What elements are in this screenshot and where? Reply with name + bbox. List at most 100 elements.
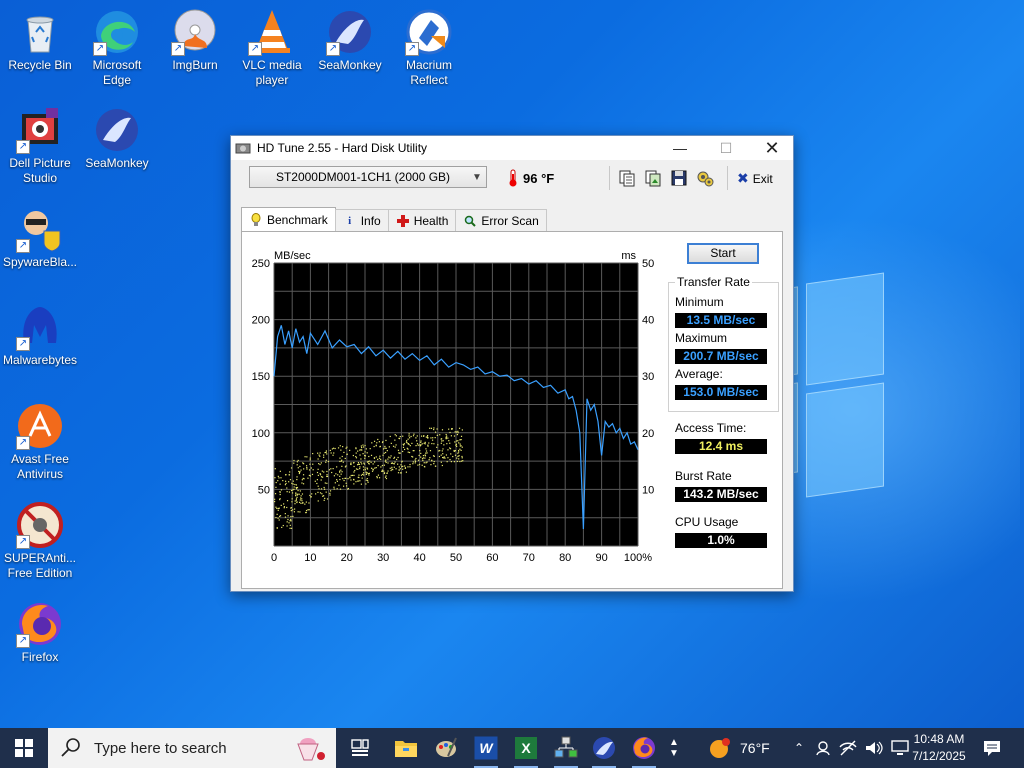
access-time-point xyxy=(414,459,416,461)
taskbar-firefox[interactable] xyxy=(624,728,664,768)
chart-left-unit: MB/sec xyxy=(274,250,311,262)
access-time-point xyxy=(423,462,425,464)
access-time-point xyxy=(352,462,355,464)
access-time-point xyxy=(359,449,361,451)
taskbar-word[interactable]: W xyxy=(466,728,506,768)
access-time-point xyxy=(334,447,336,450)
desktop-icon-label: Microsoft Edge xyxy=(92,58,142,87)
exit-button[interactable]: ✖ Exit xyxy=(737,170,773,187)
taskbar-excel[interactable]: X xyxy=(506,728,546,768)
access-time-point xyxy=(350,462,352,464)
access-time-point xyxy=(440,442,442,444)
copy-text-icon[interactable] xyxy=(617,168,637,188)
desktop-icon-superantispyware[interactable]: ↗ SUPERAnti... Free Edition xyxy=(0,501,80,581)
access-time-point xyxy=(369,448,371,450)
access-time-point xyxy=(398,437,400,439)
title-bar[interactable]: HD Tune 2.55 - Hard Disk Utility — ☐ ✕ xyxy=(231,136,793,160)
minimize-button[interactable]: — xyxy=(657,136,703,160)
access-time-point xyxy=(308,474,311,477)
access-time-point xyxy=(363,463,366,465)
access-time-point xyxy=(355,457,358,459)
taskbar-seamonkey[interactable] xyxy=(584,728,624,768)
taskbar-paint[interactable] xyxy=(426,728,466,768)
clock[interactable]: 10:48 AM 7/12/2025 xyxy=(906,728,972,768)
tab-health[interactable]: Health xyxy=(387,209,457,231)
access-time-point xyxy=(321,493,323,495)
tab-error-scan[interactable]: Error Scan xyxy=(455,209,547,231)
access-time-point xyxy=(402,446,405,448)
desktop-icon-vlc[interactable]: ↗ VLC media player xyxy=(232,8,312,88)
desktop-icon-dell-picture-studio[interactable]: ↗ Dell Picture Studio xyxy=(0,106,80,186)
task-view-button[interactable] xyxy=(340,728,380,768)
tab-benchmark[interactable]: Benchmark xyxy=(241,207,336,231)
volume-icon[interactable] xyxy=(864,739,884,757)
access-time-point xyxy=(290,467,293,469)
close-button[interactable]: ✕ xyxy=(749,136,795,160)
access-time-point xyxy=(296,501,298,503)
desktop-icon-malwarebytes[interactable]: ↗ Malwarebytes xyxy=(0,303,80,368)
access-time-point xyxy=(398,466,400,468)
start-button[interactable]: Start xyxy=(687,243,759,264)
access-time-point xyxy=(451,428,453,430)
meet-now-icon[interactable] xyxy=(814,739,832,757)
access-time-point xyxy=(362,446,365,448)
access-time-point xyxy=(308,502,310,504)
access-time-point xyxy=(407,438,409,440)
task-view-icon xyxy=(351,739,369,756)
desktop-icon-spywareblaster[interactable]: ↗ SpywareBla... xyxy=(0,205,80,270)
access-time-point xyxy=(326,474,328,476)
access-time-point xyxy=(339,478,341,481)
access-time-point xyxy=(386,472,388,474)
chart-x-tick: 90 xyxy=(595,552,607,564)
chart-y-right-tick: 30 xyxy=(642,371,654,383)
network-disconnected-icon[interactable] xyxy=(838,739,858,757)
chart-x-tick: 0 xyxy=(271,552,277,564)
desktop-icon-recycle-bin[interactable]: Recycle Bin xyxy=(0,8,80,73)
access-time-point xyxy=(285,480,287,482)
search-placeholder: Type here to search xyxy=(94,739,227,757)
taskbar-overflow-button[interactable]: ▲ ▼ xyxy=(664,728,684,768)
copy-image-icon[interactable] xyxy=(643,168,663,188)
desktop-icon-avast[interactable]: ↗ Avast Free Antivirus xyxy=(0,402,80,482)
access-time-point xyxy=(289,520,291,522)
access-time-point xyxy=(454,431,456,433)
drive-select[interactable]: ST2000DM001-1CH1 (2000 GB) ▼ xyxy=(249,166,487,188)
start-menu-button[interactable] xyxy=(0,728,48,768)
cpu-usage-label: CPU Usage xyxy=(675,515,739,529)
save-icon[interactable] xyxy=(669,168,689,188)
desktop-icon-edge[interactable]: ↗ Microsoft Edge xyxy=(77,8,157,88)
taskbar-network-app[interactable] xyxy=(546,728,586,768)
access-time-point xyxy=(430,437,432,439)
access-time-point xyxy=(290,527,293,529)
access-time-point xyxy=(289,527,291,529)
access-time-point xyxy=(420,435,423,437)
access-time-point xyxy=(385,475,387,477)
access-time-point xyxy=(402,435,404,437)
access-time-point xyxy=(420,452,422,455)
access-time-point xyxy=(433,455,435,457)
notifications-button[interactable] xyxy=(976,728,1008,768)
taskbar-file-explorer[interactable] xyxy=(386,728,426,768)
access-time-point xyxy=(456,433,459,436)
access-time-point xyxy=(385,459,387,461)
tab-info[interactable]: i Info xyxy=(334,209,389,231)
temperature-readout: 96 °F xyxy=(507,169,554,187)
access-time-point xyxy=(425,452,427,454)
taskbar-search-box[interactable]: Type here to search xyxy=(48,728,336,768)
access-time-point xyxy=(416,440,418,442)
weather-widget[interactable]: 76°F xyxy=(708,728,770,768)
access-time-point xyxy=(318,488,320,490)
desktop-icon-imgburn[interactable]: ↗ ImgBurn xyxy=(155,8,235,73)
desktop-icon-macrium[interactable]: ↗ Macrium Reflect xyxy=(389,8,469,88)
access-time-point xyxy=(317,452,319,454)
desktop-icon-firefox[interactable]: ↗ Firefox xyxy=(0,600,80,665)
desktop-icon-seamonkey[interactable]: ↗ SeaMonkey xyxy=(310,8,390,73)
access-time-point xyxy=(376,442,378,444)
desktop-icon-seamonkey-2[interactable]: SeaMonkey xyxy=(77,106,157,171)
options-icon[interactable] xyxy=(695,168,715,188)
access-time-point xyxy=(457,432,459,434)
access-time-point xyxy=(355,481,357,483)
chevron-up-icon[interactable]: ⌃ xyxy=(790,741,808,755)
hdtune-window[interactable]: HD Tune 2.55 - Hard Disk Utility — ☐ ✕ S… xyxy=(230,135,794,592)
maximize-button[interactable]: ☐ xyxy=(703,136,749,160)
